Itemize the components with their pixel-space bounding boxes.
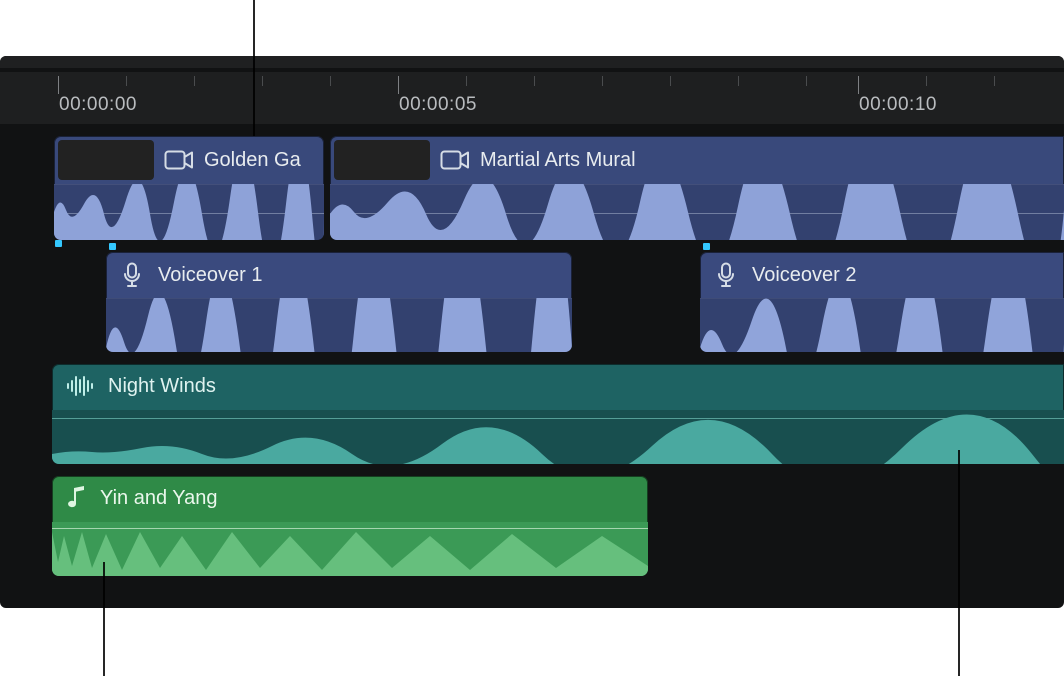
callout-line-top-inner — [253, 56, 255, 136]
microphone-icon — [716, 262, 736, 288]
timeline-panel: 00:00:00 00:00:05 00:00:10 Golden Ga — [0, 56, 1064, 608]
clip-title: Golden Ga — [204, 149, 301, 172]
clip-audio-waveform[interactable] — [52, 522, 648, 576]
ruler-tick-minor — [670, 76, 671, 86]
anchor-marker — [55, 240, 62, 247]
sound-effect-clip-night-winds[interactable]: Night Winds — [52, 364, 1064, 464]
ruler-time-label: 00:00:05 — [399, 94, 477, 116]
clip-title: Night Winds — [108, 375, 216, 398]
timeline-tracks[interactable]: Golden Ga Martial Arts Mural — [0, 124, 1064, 608]
microphone-icon — [122, 262, 142, 288]
camera-icon — [164, 149, 194, 171]
callout-line-bottom-right — [958, 608, 960, 676]
callout-line-bottom-left — [103, 608, 105, 676]
ruler-tick-major — [398, 76, 399, 94]
music-clip-yin-and-yang[interactable]: Yin and Yang — [52, 476, 648, 576]
ruler-tick-major — [58, 76, 59, 94]
clip-audio-waveform[interactable] — [54, 184, 324, 240]
ruler-tick-minor — [466, 76, 467, 86]
clip-thumbnail — [58, 140, 154, 180]
music-note-icon — [66, 486, 86, 510]
anchor-marker — [109, 243, 116, 250]
anchor-marker — [703, 243, 710, 250]
clip-title: Yin and Yang — [100, 487, 218, 510]
ruler-tick-major — [858, 76, 859, 94]
ruler-time-label: 00:00:10 — [859, 94, 937, 116]
callout-line-top — [253, 0, 255, 56]
clip-title: Voiceover 2 — [752, 264, 857, 287]
ruler-tick-minor — [738, 76, 739, 86]
video-clip-martial-arts-mural[interactable]: Martial Arts Mural — [330, 136, 1064, 240]
ruler-tick-minor — [262, 76, 263, 86]
clip-title: Voiceover 1 — [158, 264, 263, 287]
ruler-tick-minor — [534, 76, 535, 86]
ruler-tick-minor — [126, 76, 127, 86]
ruler-tick-minor — [994, 76, 995, 86]
clip-audio-waveform[interactable] — [330, 184, 1064, 240]
clip-audio-waveform[interactable] — [700, 298, 1064, 352]
camera-icon — [440, 149, 470, 171]
video-clip-golden-gate[interactable]: Golden Ga — [54, 136, 324, 240]
ruler-tick-minor — [330, 76, 331, 86]
ruler-tick-minor — [602, 76, 603, 86]
timeline-top-strip — [0, 56, 1064, 68]
voiceover-clip-2[interactable]: Voiceover 2 — [700, 252, 1064, 352]
clip-thumbnail — [334, 140, 430, 180]
clip-audio-waveform[interactable] — [106, 298, 572, 352]
timeline-ruler[interactable]: 00:00:00 00:00:05 00:00:10 — [0, 72, 1064, 124]
ruler-time-label: 00:00:00 — [59, 94, 137, 116]
ruler-tick-minor — [926, 76, 927, 86]
ruler-tick-minor — [806, 76, 807, 86]
soundwave-icon — [66, 375, 94, 397]
voiceover-clip-1[interactable]: Voiceover 1 — [106, 252, 572, 352]
ruler-tick-minor — [194, 76, 195, 86]
clip-audio-waveform[interactable] — [52, 410, 1064, 464]
callout-line-br-inner — [958, 450, 960, 608]
callout-line-bl-inner — [103, 562, 105, 608]
clip-title: Martial Arts Mural — [480, 149, 636, 172]
